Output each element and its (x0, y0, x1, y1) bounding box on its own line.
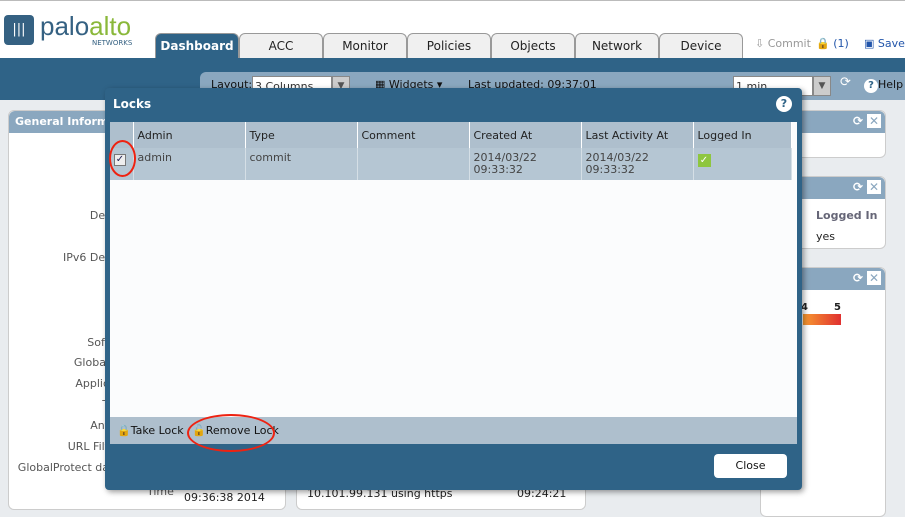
cell-last-activity: 2014/03/22 09:33:32 (581, 148, 694, 180)
scale-high: 5 (834, 302, 841, 313)
chevron-down-icon[interactable]: ▼ (813, 76, 831, 96)
close-icon[interactable]: ✕ (867, 271, 881, 285)
tab-device[interactable]: Device (659, 33, 743, 59)
close-button[interactable]: Close (714, 454, 787, 478)
help-button[interactable]: ? Help (864, 78, 903, 93)
tab-objects[interactable]: Objects (491, 33, 575, 59)
logged-in-value: yes (816, 230, 836, 243)
label: Global (73, 356, 109, 369)
table-header: Admin Type Comment Created At Last Activ… (110, 122, 792, 148)
column-admin[interactable]: Admin (133, 122, 246, 148)
annotation-circle (109, 140, 136, 177)
cell-admin: admin (133, 148, 246, 180)
column-last-activity[interactable]: Last Activity At (581, 122, 694, 148)
locks-count: (1) (833, 37, 849, 50)
logo: paloalto (40, 11, 131, 42)
top-bar: ||| paloalto NETWORKS Dashboard ACC Moni… (0, 0, 905, 60)
logo-icon: ||| (4, 15, 34, 45)
take-lock-button[interactable]: 🔒Take Lock (117, 424, 184, 437)
column-logged-in[interactable]: Logged In (693, 122, 792, 148)
label: Applic (75, 377, 109, 390)
close-icon[interactable]: ✕ (867, 114, 881, 128)
refresh-icon[interactable]: ⟳ (851, 271, 865, 285)
tab-network[interactable]: Network (575, 33, 659, 59)
cell-type: commit (245, 148, 358, 180)
scale-low: 4 (801, 302, 808, 313)
help-icon[interactable]: ? (776, 96, 792, 112)
tab-acc[interactable]: ACC (239, 33, 323, 59)
time-value: 09:36:38 2014 (184, 491, 265, 504)
locks-table: Admin Type Comment Created At Last Activ… (110, 122, 797, 417)
lock-icon: 🔒 (117, 424, 131, 437)
help-icon: ? (864, 79, 878, 93)
column-comment[interactable]: Comment (357, 122, 470, 148)
help-label: Help (878, 78, 904, 91)
tab-dashboard[interactable]: Dashboard (155, 33, 239, 60)
refresh-icon[interactable]: ⟳ (851, 114, 865, 128)
commit-label: Commit (767, 37, 811, 50)
logo-b: alto (89, 11, 132, 41)
logo-a: palo (40, 11, 90, 41)
cell-comment (357, 148, 470, 180)
column-type[interactable]: Type (245, 122, 358, 148)
logged-in-header: Logged In (816, 209, 878, 222)
label: IPv6 Def (63, 251, 109, 264)
close-icon[interactable]: ✕ (867, 180, 881, 194)
locks-button[interactable]: 🔒 (1) (816, 37, 849, 50)
save-button[interactable]: ▣ Save (864, 37, 905, 50)
annotation-circle (187, 414, 275, 452)
check-icon: ✓ (697, 154, 711, 167)
refresh-icon[interactable]: ⟳ (840, 75, 851, 90)
save-icon: ▣ (864, 37, 878, 50)
tab-monitor[interactable]: Monitor (323, 33, 407, 59)
dialog-title: Locks (113, 97, 152, 111)
take-lock-label: Take Lock (130, 424, 184, 437)
save-label: Save (877, 37, 905, 50)
label: GlobalProtect da (17, 461, 109, 474)
commit-button[interactable]: ⇩ Commit (755, 37, 811, 50)
cell-created-at: 2014/03/22 09:33:32 (469, 148, 582, 180)
tab-policies[interactable]: Policies (407, 33, 491, 59)
column-created-at[interactable]: Created At (469, 122, 582, 148)
commit-icon: ⇩ (755, 37, 768, 50)
label: URL Filt (67, 440, 109, 453)
gauge-bar (803, 314, 841, 325)
logo-sub: NETWORKS (92, 39, 133, 47)
table-row[interactable]: ✓ admin commit 2014/03/22 09:33:32 2014/… (110, 148, 792, 180)
lock-icon: 🔒 (816, 37, 830, 50)
refresh-icon[interactable]: ⟳ (851, 180, 865, 194)
